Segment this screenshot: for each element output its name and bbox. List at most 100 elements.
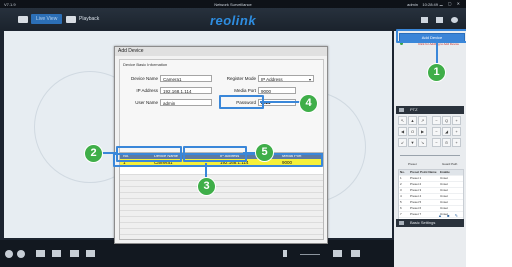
title-bar: V7.1.9 Network Surveillance admin 10:28:… [0,0,466,8]
annotation-badge-2: 2 [84,144,103,163]
preset-cell: Preset 2 [410,182,422,186]
dialog-title: Add Device [118,48,144,54]
preset-cell: 3 [400,188,402,192]
preset-cell: Unset [440,182,448,186]
basic-settings-label: Basic Settings [410,220,436,225]
preset-cell: Unset [440,206,448,210]
stop-icon[interactable] [17,250,25,258]
ptz-button[interactable]: ↙ [398,138,407,147]
ptz-speed-slider[interactable] [400,155,460,156]
reolink-logo: reolink [209,13,257,28]
user-label: admin [407,2,418,7]
preset-cell: Preset 6 [410,206,422,210]
ptz-button[interactable]: ⊙ [442,138,451,147]
fullscreen-icon[interactable] [333,250,342,257]
ptz-button[interactable]: + [452,116,461,125]
ptz-controls: ↖ ▲ ↗ − Q + ◀ O ▶ − ◢ + ↙ ▼ ↘ − ⊙ + [398,116,462,152]
tab-preset[interactable]: Preset [408,162,417,166]
app-window: V7.1.9 Network Surveillance admin 10:28:… [0,0,466,267]
header-icons [421,17,458,23]
group-label: Device Basic Information [123,62,168,67]
preset-actions[interactable]: ▲ ■ ✎ [438,213,460,218]
register-mode-select[interactable]: IP Address ▾ [258,75,314,82]
volume-icon[interactable] [283,250,287,257]
ptz-section-header[interactable]: PTZ [396,106,464,114]
connector-line [436,39,438,63]
ptz-icon [399,108,404,112]
register-mode-value: IP Address [261,77,283,82]
window-controls[interactable]: ▁ ▢ ✕ [440,1,462,6]
device-name-field[interactable]: Camera1 [160,75,212,82]
column-header: Enable [440,170,450,174]
ptz-button[interactable]: ◢ [442,127,451,136]
preset-cell: Unset [440,200,448,204]
media-port-label: Media Port [234,88,256,93]
window-title: Network Surveillance [214,2,252,7]
preset-cell: 7 [400,212,402,216]
connector-line [243,152,255,154]
settings-icon [399,221,404,225]
preset-cell: 6 [400,206,402,210]
preset-cell: 4 [400,194,402,198]
annotation-badge-5: 5 [255,143,274,162]
preset-cell: Preset 4 [410,194,422,198]
preset-cell: Unset [440,188,448,192]
grid-icon[interactable] [421,17,428,23]
ip-address-label: IP Address [136,88,158,93]
annotation-badge-4: 4 [299,94,318,113]
grid-icon[interactable] [351,250,360,257]
add-device-dialog: Add Device Device Basic Information Devi… [114,46,328,244]
highlight-add-device [396,29,466,43]
record-icon[interactable] [5,250,13,258]
layout-quad-icon[interactable] [52,250,61,257]
annotation-badge-3: 3 [197,177,216,196]
preset-cell: Preset 7 [410,212,422,216]
dialog-title-bar: Add Device [115,47,327,56]
column-header: Preset Point Name [410,170,437,174]
gear-icon[interactable] [451,17,458,23]
ip-address-field[interactable]: 192.168.1.114 [160,87,212,94]
ptz-button[interactable]: ▼ [408,138,417,147]
preset-cell: Unset [440,176,448,180]
media-port-field[interactable]: 9000 [258,87,296,94]
preset-cell: Preset 3 [410,188,422,192]
device-name-label: Device Name [130,76,158,81]
layout-icon[interactable] [436,17,443,23]
ptz-button[interactable]: O [408,127,417,136]
preset-cell: Unset [440,194,448,198]
bottom-toolbar [0,240,394,267]
ptz-label: PTZ [410,107,418,112]
tab-guard-path[interactable]: Guard Path [442,162,457,166]
chevron-down-icon: ▾ [308,77,311,82]
ptz-button[interactable]: + [452,127,461,136]
ptz-button[interactable]: ▲ [408,116,417,125]
ptz-button[interactable]: ▶ [418,127,427,136]
layout-single-icon[interactable] [36,250,45,257]
preset-cell: 1 [400,176,402,180]
ptz-button[interactable]: − [432,127,441,136]
snapshot-icon[interactable] [70,250,79,257]
ptz-button[interactable]: + [452,138,461,147]
ptz-button[interactable]: − [432,116,441,125]
preset-cell: Preset 5 [410,200,422,204]
empty-table-row [120,234,323,239]
ptz-button[interactable]: ↖ [398,116,407,125]
column-header: No. [400,170,405,174]
top-header: Live View Playback reolink [0,8,466,30]
ptz-button[interactable]: ◀ [398,127,407,136]
preset-cell: 5 [400,200,402,204]
highlight-device-row [113,153,323,167]
preset-cell: Preset 1 [410,176,422,180]
ptz-button[interactable]: − [432,138,441,147]
clock: 10:28:49 [422,2,438,7]
register-mode-label: Register Mode [226,76,256,81]
ptz-button[interactable]: ↘ [418,138,427,147]
ptz-button[interactable]: ↗ [418,116,427,125]
basic-settings-header[interactable]: Basic Settings [396,219,464,227]
user-name-label: User Name [135,100,158,105]
hd-icon[interactable] [86,250,95,257]
volume-slider[interactable] [300,254,320,255]
connector-line [260,101,300,103]
user-name-field[interactable]: admin [160,99,212,106]
ptz-button[interactable]: Q [442,116,451,125]
